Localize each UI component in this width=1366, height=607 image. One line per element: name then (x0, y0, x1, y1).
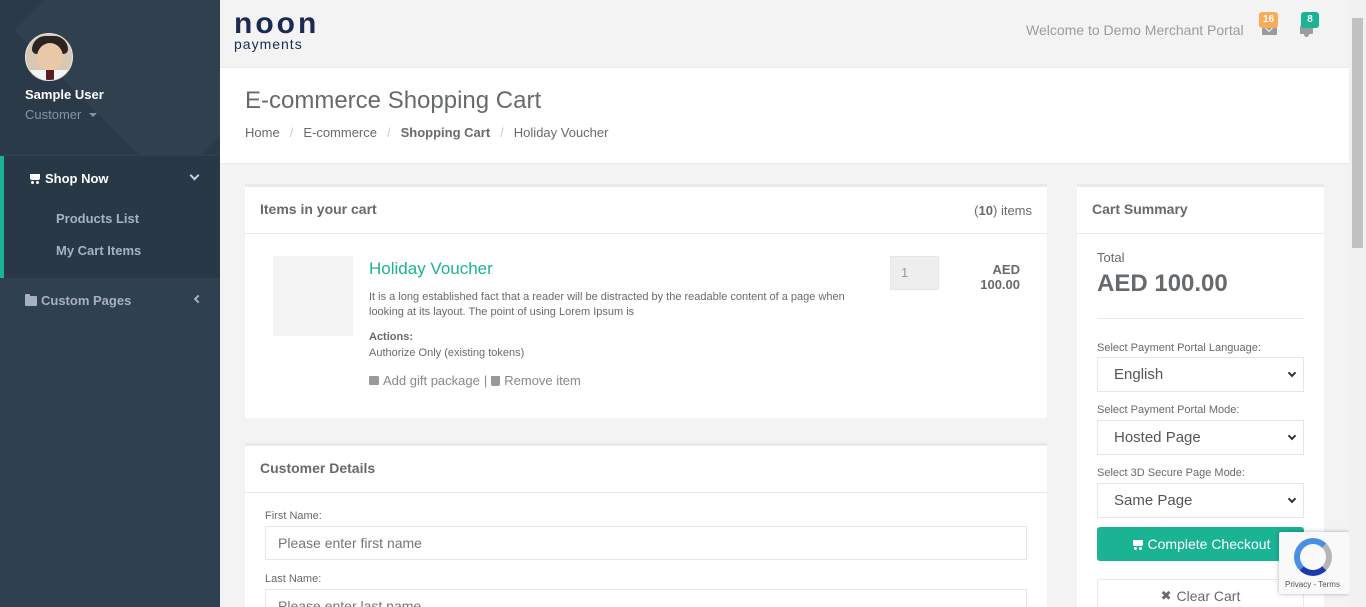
brand-logo-sub: payments (234, 36, 303, 52)
product-description: It is a long established fact that a rea… (369, 291, 845, 318)
product-image[interactable] (273, 256, 353, 336)
remove-item-link[interactable]: Remove item (504, 373, 581, 388)
breadcrumb-separator: / (289, 125, 294, 140)
add-gift-link[interactable]: Add gift package (383, 373, 480, 388)
cart-panel-header: Items in your cart (10) items (245, 187, 1047, 234)
gift-icon (369, 376, 379, 385)
breadcrumb-separator: / (387, 125, 391, 140)
user-name: Sample User (25, 87, 104, 102)
chevron-down-icon (1287, 494, 1297, 504)
portal-mode-label: Select Payment Portal Mode: (1097, 404, 1240, 416)
cart-icon (28, 173, 41, 184)
cart-item-count: (10) items (974, 203, 1032, 218)
item-price-currency: AED (992, 262, 1020, 277)
divider (1097, 318, 1304, 319)
secure-mode-label: Select 3D Secure Page Mode: (1097, 467, 1245, 479)
chevron-down-icon (1287, 431, 1297, 441)
sidebar-item-custom-pages[interactable]: Custom Pages (25, 293, 131, 308)
customer-panel-title: Customer Details (260, 460, 376, 476)
total-value: AED 100.00 (1097, 270, 1228, 297)
cart-summary-header: Cart Summary (1077, 187, 1324, 234)
trash-icon (491, 375, 501, 386)
secure-mode-select[interactable]: Same Page (1097, 483, 1304, 518)
caret-down-icon (89, 112, 98, 117)
link-separator: | (483, 373, 488, 388)
sidebar-item-my-cart-items[interactable]: My Cart Items (56, 243, 141, 258)
actions-label: Actions: (369, 331, 413, 343)
clear-cart-label: Clear Cart (1176, 588, 1241, 604)
breadcrumb-separator: / (500, 125, 504, 140)
language-select[interactable]: English (1097, 357, 1304, 392)
portal-mode-select[interactable]: Hosted Page (1097, 420, 1304, 455)
complete-checkout-label: Complete Checkout (1147, 536, 1271, 552)
welcome-message: Welcome to Demo Merchant Portal (1026, 22, 1244, 38)
product-name-link[interactable]: Holiday Voucher (369, 259, 493, 279)
recaptcha-icon (1294, 538, 1332, 576)
language-label: Select Payment Portal Language: (1097, 342, 1261, 354)
cart-summary-title: Cart Summary (1092, 201, 1188, 217)
first-name-input[interactable] (265, 526, 1027, 560)
last-name-input[interactable] (265, 589, 1027, 607)
chevron-down-icon (1287, 368, 1297, 378)
notifications-badge: 8 (1301, 12, 1319, 28)
breadcrumb-ecommerce[interactable]: E-commerce (303, 125, 377, 140)
last-name-label: Last Name: (265, 573, 322, 585)
messages-badge: 16 (1259, 12, 1279, 28)
clear-cart-button[interactable]: ✖ Clear Cart (1097, 579, 1304, 607)
cart-panel-title: Items in your cart (260, 201, 377, 217)
user-role-dropdown[interactable]: Customer (25, 107, 98, 122)
customer-panel-header: Customer Details (245, 446, 1047, 493)
close-icon: ✖ (1160, 588, 1172, 603)
user-role-label: Customer (25, 107, 82, 122)
customer-panel: Customer Details (245, 443, 1047, 607)
portal-mode-select-value: Hosted Page (1114, 429, 1201, 446)
language-select-value: English (1114, 366, 1164, 383)
sidebar-item-label: Shop Now (45, 171, 109, 186)
first-name-label: First Name: (265, 510, 322, 522)
quantity-input[interactable]: 1 (890, 256, 939, 290)
recaptcha-terms[interactable]: Privacy - Terms (1285, 580, 1340, 589)
secure-mode-select-value: Same Page (1114, 492, 1193, 509)
folder-icon (25, 293, 37, 306)
complete-checkout-button[interactable]: Complete Checkout (1097, 527, 1304, 561)
cart-icon (1131, 539, 1144, 550)
breadcrumb-shopping-cart[interactable]: Shopping Cart (401, 125, 491, 140)
breadcrumb: Home / E-commerce / Shopping Cart / Holi… (245, 125, 608, 140)
sidebar-item-label: Custom Pages (41, 293, 132, 308)
scrollbar-thumb[interactable] (1352, 18, 1363, 248)
item-price-amount: 100.00 (980, 277, 1020, 292)
actions-value: Authorize Only (existing tokens) (369, 347, 525, 359)
avatar[interactable] (25, 33, 73, 81)
item-links: Add gift package | Remove item (369, 373, 581, 388)
page-heading (220, 68, 1349, 164)
item-price: AED 100.00 (960, 262, 1020, 292)
sidebar-item-products-list[interactable]: Products List (56, 211, 139, 226)
page-title: E-commerce Shopping Cart (245, 87, 542, 114)
breadcrumb-holiday-voucher: Holiday Voucher (513, 125, 609, 140)
total-label: Total (1097, 250, 1125, 265)
sidebar-item-shop-now[interactable]: Shop Now (28, 171, 109, 186)
breadcrumb-home[interactable]: Home (245, 125, 280, 140)
